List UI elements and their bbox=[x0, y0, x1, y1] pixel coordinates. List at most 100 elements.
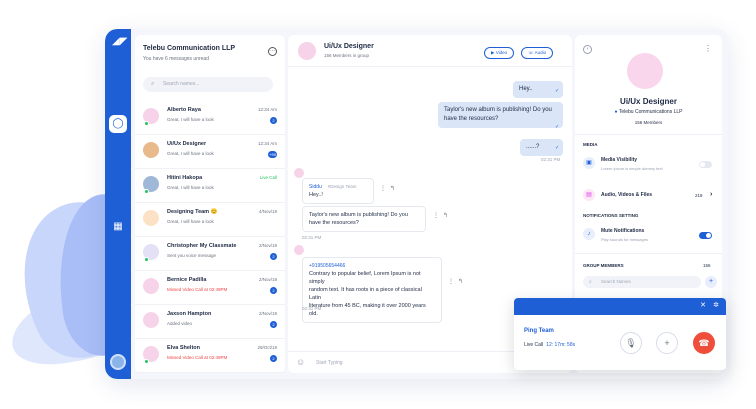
search-icon: ⌕ bbox=[151, 81, 155, 87]
message-text: Hey.. bbox=[519, 86, 533, 92]
chat-nav-icon[interactable]: ◯ bbox=[109, 115, 127, 133]
call-popup-header: ✕ ✲ bbox=[514, 298, 726, 315]
group-members-title: GROUP MEMBERS bbox=[583, 263, 624, 268]
chat-members: 156 Members in group bbox=[324, 53, 370, 58]
more-menu-icon[interactable]: ⋮ bbox=[704, 44, 712, 53]
contact-list: Alberto Raya Great, I will have a look 1… bbox=[135, 101, 285, 373]
missed-call-message: Missed Video Call at 02:49PM bbox=[167, 287, 228, 292]
avatar bbox=[143, 312, 159, 328]
more-menu-icon[interactable]: ··· bbox=[268, 47, 277, 56]
group-members-count: 156 bbox=[703, 263, 711, 268]
avatar bbox=[143, 210, 159, 226]
unread-badge: 2 bbox=[270, 117, 277, 124]
sender-avatar bbox=[294, 168, 304, 178]
sender-phone: +919505654466 bbox=[309, 263, 346, 269]
toggle-knob bbox=[706, 233, 711, 238]
message-text: have the resources? bbox=[444, 116, 499, 122]
contact-name: Elva Shelton bbox=[167, 345, 201, 351]
more-icon[interactable]: ⋮ bbox=[380, 185, 386, 192]
call-duration: 12: 17m: 58s bbox=[546, 342, 576, 348]
incoming-message: Taylor's new album is publishing! Do you… bbox=[302, 206, 426, 232]
divider bbox=[575, 134, 722, 135]
contact-item[interactable]: Alberto Raya Great, I will have a look 1… bbox=[135, 101, 285, 135]
last-message: Sent you voice message bbox=[167, 253, 217, 258]
add-participant-button[interactable]: + bbox=[656, 332, 678, 354]
contact-item[interactable]: Christopher My Classmate Sent you voice … bbox=[135, 237, 285, 271]
add-member-button[interactable]: + bbox=[705, 276, 717, 288]
minimize-icon[interactable]: ✕ bbox=[700, 301, 706, 309]
contact-item[interactable]: Designing Team 😊 Great, I will have a lo… bbox=[135, 203, 285, 237]
message-text: Contrary to popular belief, Lorem Ipsum … bbox=[309, 271, 421, 285]
chevron-right-icon[interactable]: › bbox=[710, 191, 712, 198]
online-indicator bbox=[144, 121, 149, 126]
online-indicator bbox=[144, 189, 149, 194]
contact-item[interactable]: Ui/Ux Designer Great, I will have a look… bbox=[135, 135, 285, 169]
message-text: ......? bbox=[526, 144, 540, 150]
files-count: 218 bbox=[695, 193, 703, 198]
contact-item[interactable]: Hitini Hakopa Great, I will have a look … bbox=[135, 169, 285, 203]
user-avatar[interactable] bbox=[110, 354, 126, 370]
contact-name: Designing Team 😊 bbox=[167, 209, 218, 215]
media-visibility-toggle[interactable] bbox=[699, 161, 712, 168]
emoji-icon[interactable]: ☺ bbox=[296, 357, 305, 367]
video-call-button[interactable]: ▶ Video bbox=[484, 47, 515, 59]
reply-tag: #Design Team bbox=[327, 184, 357, 189]
contact-name: Ui/Ux Designer bbox=[167, 141, 207, 147]
reply-sender: Siddu bbox=[309, 184, 322, 190]
missed-call-message: Missed Video Call at 02:49PM bbox=[167, 355, 228, 360]
media-section-title: MEDIA bbox=[583, 142, 598, 147]
message-text: literature from 45 BC, making it over 20… bbox=[309, 303, 426, 317]
contact-item[interactable]: Jaxson Hampton Added video 2/Nov/19 2 bbox=[135, 305, 285, 339]
unread-badge: +99 bbox=[268, 151, 277, 158]
contact-name: Hitini Hakopa bbox=[167, 175, 203, 181]
organization-name: ● Telebu Communications LLP bbox=[614, 109, 683, 115]
audio-videos-files-label: Audio, Videos & Files bbox=[601, 192, 653, 198]
more-icon[interactable]: ⋮ bbox=[448, 278, 454, 285]
message-text: random text. It has roots in a piece of … bbox=[309, 287, 422, 301]
last-message: Great, I will have a look bbox=[167, 185, 214, 190]
search-placeholder: Search names... bbox=[163, 81, 200, 87]
incoming-message: +919505654466 Contrary to popular belief… bbox=[302, 257, 442, 323]
message-time: 29/Oct/19 bbox=[257, 345, 277, 350]
reply-icon[interactable]: ↰ bbox=[458, 278, 463, 285]
outgoing-message: Taylor's new album is publishing! Do you… bbox=[438, 102, 563, 128]
member-search-input[interactable]: ⌕ Search Names bbox=[583, 276, 701, 288]
back-icon[interactable]: ‹ bbox=[583, 45, 592, 54]
live-call-status: Live Call bbox=[259, 175, 277, 180]
last-message: Great, I will have a look bbox=[167, 117, 214, 122]
message-text: have the resources? bbox=[309, 220, 359, 226]
message-time: 2/Nov/19 bbox=[258, 243, 277, 248]
call-status: Live Call 12: 17m: 58s bbox=[524, 342, 575, 348]
toggle-knob bbox=[700, 162, 705, 167]
calendar-nav-icon[interactable]: ▦ bbox=[109, 218, 127, 236]
group-avatar-large bbox=[627, 53, 663, 89]
nav-rail: ◢◤ ◯ ▦ bbox=[105, 29, 131, 379]
contact-name: Jaxson Hampton bbox=[167, 311, 212, 317]
contact-item[interactable]: Elva Shelton Missed Video Call at 02:49P… bbox=[135, 339, 285, 373]
contact-item[interactable]: Bernice Padilla Missed Video Call at 02:… bbox=[135, 271, 285, 305]
end-call-button[interactable]: ☎ bbox=[693, 332, 715, 354]
more-icon[interactable]: ⋮ bbox=[433, 212, 439, 219]
read-tick-icon: ✓ bbox=[555, 124, 560, 130]
chat-header: Ui/Ux Designer 156 Members in group ▶ Vi… bbox=[288, 35, 572, 67]
media-visibility-desc: Lorem ipsum is simple dummy text bbox=[601, 166, 663, 171]
app-stage: ◢◤ ◯ ▦ Telebu Communication LLP You have… bbox=[0, 0, 756, 409]
unread-badge: 2 bbox=[270, 355, 277, 362]
settings-icon[interactable]: ✲ bbox=[713, 301, 719, 309]
reply-icon[interactable]: ↰ bbox=[443, 212, 448, 219]
unread-badge: 2 bbox=[270, 321, 277, 328]
message-text: Taylor's new album is publishing! Do you bbox=[444, 107, 552, 113]
contact-name: Bernice Padilla bbox=[167, 277, 207, 283]
reply-icon[interactable]: ↰ bbox=[390, 185, 395, 192]
audio-label: Audio bbox=[534, 50, 547, 55]
mute-toggle[interactable] bbox=[699, 232, 712, 239]
mute-mic-button[interactable]: 🎙 bbox=[620, 332, 642, 354]
contact-search-input[interactable]: ⌕ Search names... bbox=[143, 77, 273, 92]
member-count: 156 Members bbox=[634, 120, 663, 125]
mute-desc: Play sounds for messages bbox=[601, 237, 648, 242]
read-tick-icon: ✓ bbox=[555, 88, 560, 94]
contact-name: Alberto Raya bbox=[167, 107, 201, 113]
message-text: Taylor's new album is publishing! Do you bbox=[309, 212, 408, 218]
audio-call-button[interactable]: ☏ Audio bbox=[521, 47, 554, 59]
message-time: 2/Nov/19 bbox=[258, 311, 277, 316]
